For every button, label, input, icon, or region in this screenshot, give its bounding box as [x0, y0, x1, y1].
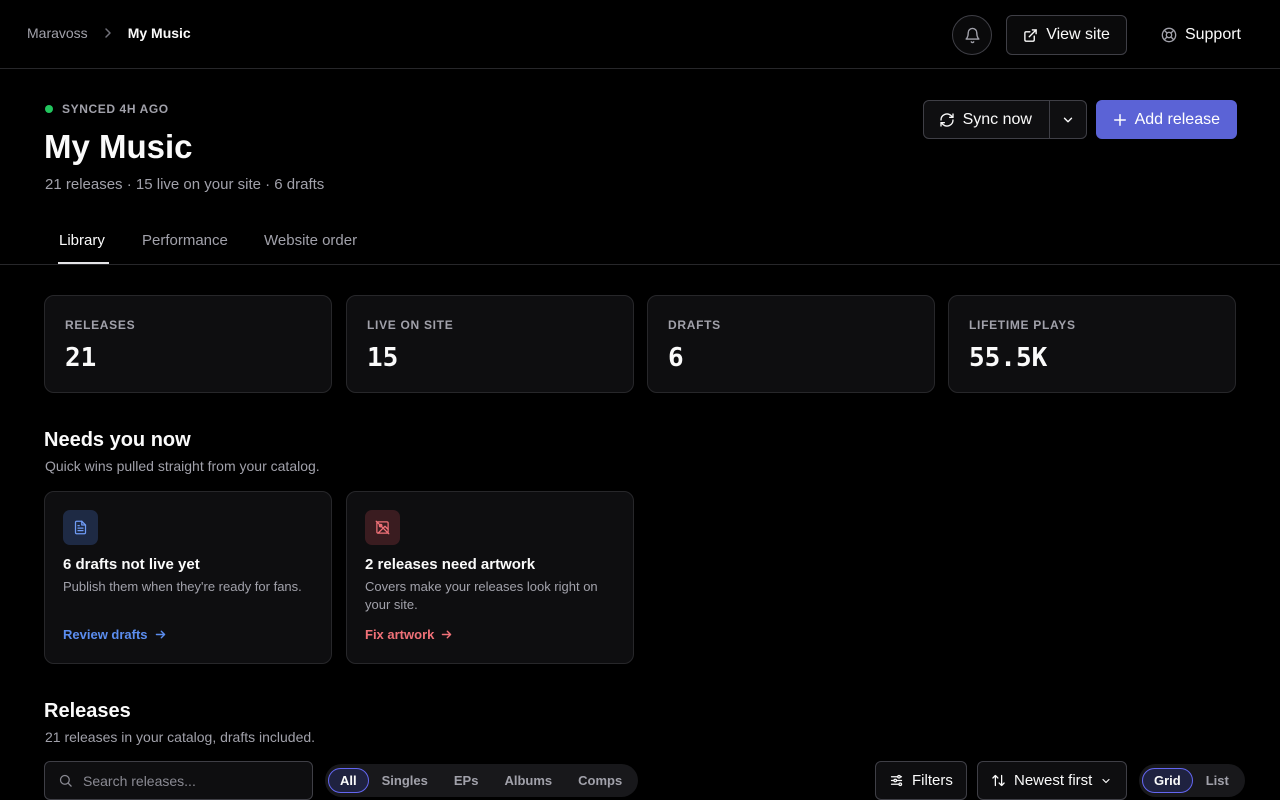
- sync-options-button[interactable]: [1050, 101, 1086, 138]
- stat-label: DRAFTS: [668, 318, 721, 332]
- stat-label: LIVE ON SITE: [367, 318, 454, 332]
- view-toggle: Grid List: [1139, 764, 1245, 797]
- notifications-button[interactable]: [952, 15, 993, 55]
- sort-label: Newest first: [1014, 772, 1093, 789]
- add-release-label: Add release: [1134, 110, 1220, 128]
- needs-card-description: Covers make your releases look right on …: [365, 579, 598, 612]
- tab-bar: Library Performance Website order: [0, 224, 1280, 265]
- search-box: [44, 761, 313, 800]
- stat-card-lifetime-plays: LIFETIME PLAYS 55.5K: [948, 295, 1236, 393]
- releases-section-title: Releases: [44, 700, 131, 722]
- sync-split-button: Sync now: [922, 100, 1087, 139]
- stat-card-drafts: DRAFTS 6: [647, 295, 935, 393]
- stat-value: 15: [367, 343, 399, 373]
- stat-label: LIFETIME PLAYS: [969, 318, 1076, 332]
- add-release-button[interactable]: Add release: [1095, 100, 1237, 139]
- support-button[interactable]: Support: [1141, 15, 1257, 55]
- breadcrumb-root-link[interactable]: Maravoss: [27, 25, 88, 41]
- support-label: Support: [1184, 26, 1241, 43]
- type-filter-albums[interactable]: Albums: [491, 768, 565, 793]
- arrow-right-icon: [442, 630, 452, 639]
- stat-card-releases: RELEASES 21: [44, 295, 332, 393]
- chevron-down-icon: [1102, 778, 1110, 783]
- type-filter-comps[interactable]: Comps: [565, 768, 635, 793]
- type-filter-eps[interactable]: EPs: [441, 768, 492, 793]
- needs-card-title: 2 releases need artwork: [365, 556, 536, 573]
- breadcrumb-current: My Music: [127, 25, 191, 41]
- releases-section-subtitle: 21 releases in your catalog, drafts incl…: [45, 729, 316, 745]
- filters-label: Filters: [912, 772, 953, 789]
- sync-now-label: Sync now: [962, 110, 1032, 128]
- needs-card-title: 6 drafts not live yet: [63, 556, 200, 573]
- search-input[interactable]: [83, 772, 293, 789]
- breadcrumb: Maravoss My Music: [27, 25, 191, 41]
- top-bar: Maravoss My Music View site Support: [0, 0, 1280, 69]
- view-site-label: View site: [1046, 26, 1110, 43]
- release-type-filter: All Singles EPs Albums Comps: [325, 764, 639, 797]
- bell-icon: [965, 27, 980, 43]
- sliders-icon: [890, 774, 903, 787]
- view-site-button[interactable]: View site: [1006, 15, 1127, 55]
- fix-artwork-link[interactable]: Fix artwork: [365, 627, 453, 642]
- tab-performance[interactable]: Performance: [142, 232, 228, 249]
- needs-section-title: Needs you now: [44, 429, 191, 451]
- stat-value: 55.5K: [969, 343, 1048, 373]
- tab-library[interactable]: Library: [59, 232, 105, 249]
- review-drafts-link[interactable]: Review drafts: [63, 627, 167, 642]
- search-icon: [59, 774, 72, 787]
- stat-label: RELEASES: [65, 318, 136, 332]
- page-title: My Music: [44, 128, 193, 165]
- type-filter-all[interactable]: All: [328, 768, 369, 793]
- chevron-right-icon: [104, 28, 111, 38]
- sort-select[interactable]: Newest first: [977, 761, 1127, 800]
- refresh-icon: [939, 112, 954, 127]
- drafts-needs-card: 6 drafts not live yet Publish them when …: [44, 491, 332, 664]
- document-icon: [63, 510, 98, 545]
- sort-arrows-icon: [992, 774, 1005, 787]
- chevron-down-icon: [1063, 117, 1072, 122]
- sync-status-text: SYNCED 4H AGO: [62, 102, 169, 116]
- filters-button[interactable]: Filters: [875, 761, 967, 800]
- stat-value: 6: [668, 343, 684, 373]
- fix-artwork-label: Fix artwork: [365, 627, 435, 642]
- view-grid-option[interactable]: Grid: [1142, 768, 1193, 793]
- type-filter-singles[interactable]: Singles: [369, 768, 441, 793]
- arrow-right-icon: [155, 630, 165, 639]
- stat-card-live-on-site: LIVE ON SITE 15: [346, 295, 634, 393]
- needs-section-subtitle: Quick wins pulled straight from your cat…: [45, 458, 320, 474]
- view-list-option[interactable]: List: [1193, 768, 1242, 793]
- review-drafts-label: Review drafts: [63, 627, 148, 642]
- artwork-needs-card: 2 releases need artwork Covers make your…: [346, 491, 634, 664]
- tab-website-order[interactable]: Website order: [264, 232, 357, 249]
- life-buoy-icon: [1161, 27, 1177, 43]
- needs-card-description: Publish them when they're ready for fans…: [63, 579, 302, 594]
- status-dot-icon: [45, 105, 53, 113]
- active-tab-indicator: [58, 262, 109, 264]
- sync-now-button[interactable]: Sync now: [924, 101, 1050, 138]
- stat-value: 21: [65, 343, 97, 373]
- image-off-icon: [365, 510, 400, 545]
- plus-icon: [1113, 113, 1126, 126]
- external-link-icon: [1024, 28, 1038, 42]
- page-subtitle: 21 releases · 15 live on your site · 6 d…: [45, 176, 325, 193]
- sync-status: SYNCED 4H AGO: [45, 102, 169, 116]
